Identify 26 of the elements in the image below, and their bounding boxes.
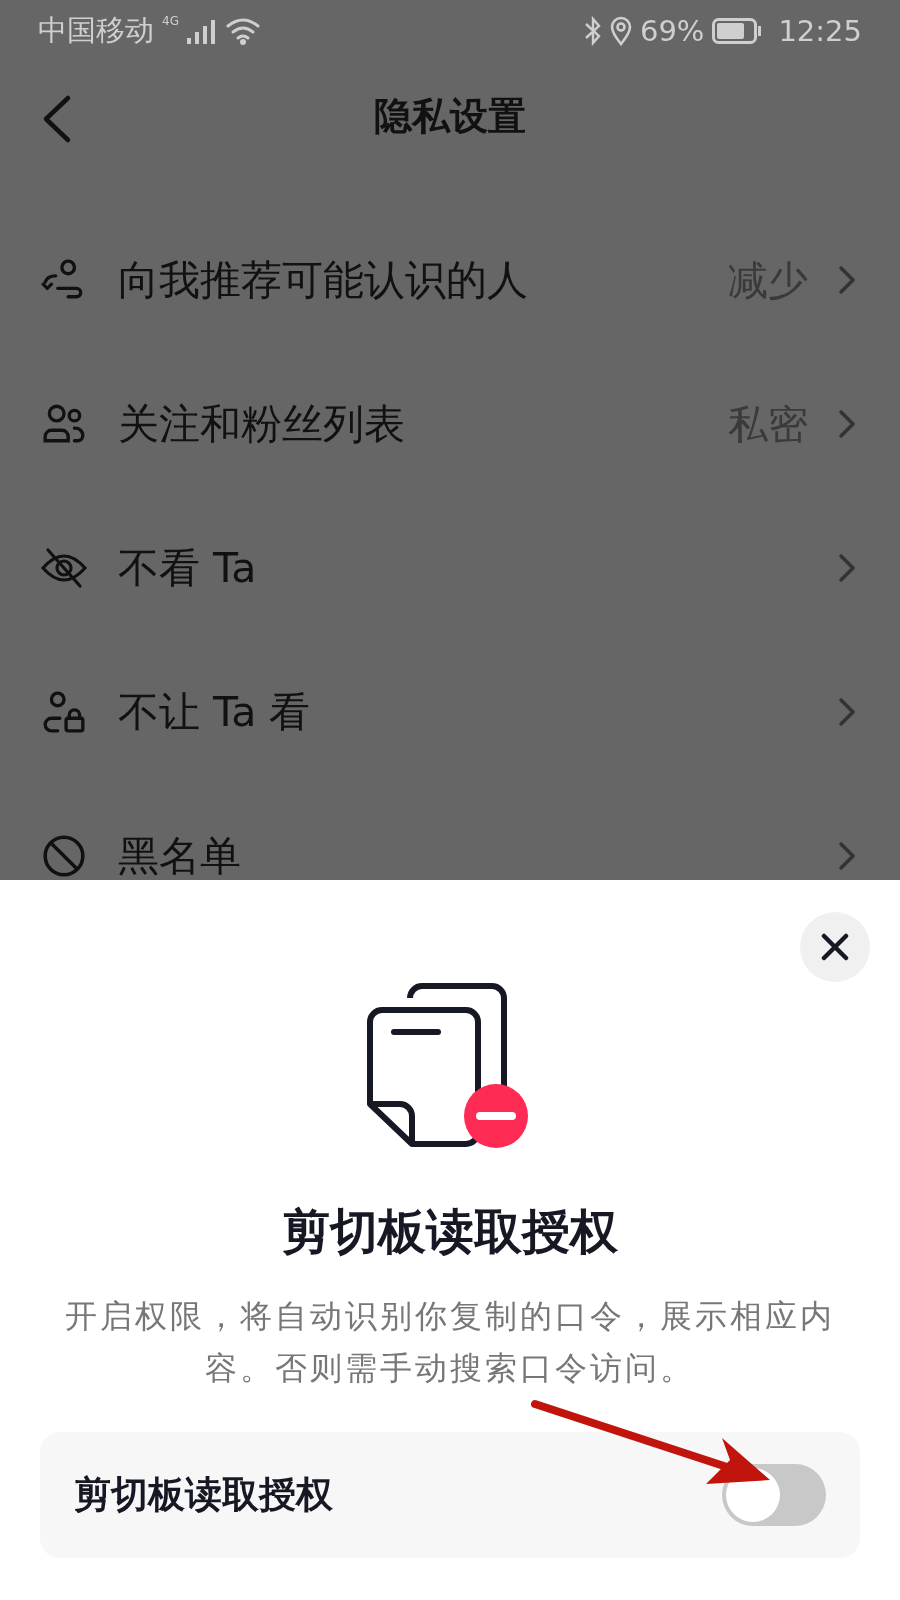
page-title: 隐私设置: [374, 92, 526, 140]
chevron-icon: [838, 409, 856, 439]
close-icon: [821, 933, 849, 961]
toggle-label: 剪切板读取授权: [74, 1472, 333, 1518]
chevron-icon: [838, 697, 856, 727]
chevron-icon: [838, 553, 856, 583]
setting-label[interactable]: 关注和粉丝列表: [118, 396, 698, 452]
setting-label[interactable]: 向我推荐可能认识的人: [118, 252, 698, 308]
setting-label[interactable]: 不看 Ta: [118, 540, 808, 596]
setting-label[interactable]: 不让 Ta 看: [118, 684, 808, 740]
signal-icon: [186, 18, 217, 44]
battery-icon: [712, 18, 763, 44]
chevron-icon: [838, 841, 856, 871]
dialog-title: 剪切板读取授权: [282, 1202, 618, 1261]
chevron-icon: [838, 265, 856, 295]
location-icon: [609, 16, 632, 46]
clock-time: 12:25: [778, 14, 862, 48]
block-icon: [40, 833, 88, 879]
setting-label[interactable]: 黑名单: [118, 828, 808, 880]
network-type: 4G: [162, 14, 179, 28]
dialog-description: 开启权限，将自动识别你复制的口令，展示相应内容。否则需手动搜索口令访问。: [64, 1296, 836, 1389]
battery-percent: 69%: [639, 14, 705, 48]
bluetooth-icon: [583, 16, 602, 46]
eye-slash-icon: [40, 545, 88, 591]
carrier-name: 中国移动: [38, 12, 154, 49]
wifi-icon: [224, 17, 261, 45]
